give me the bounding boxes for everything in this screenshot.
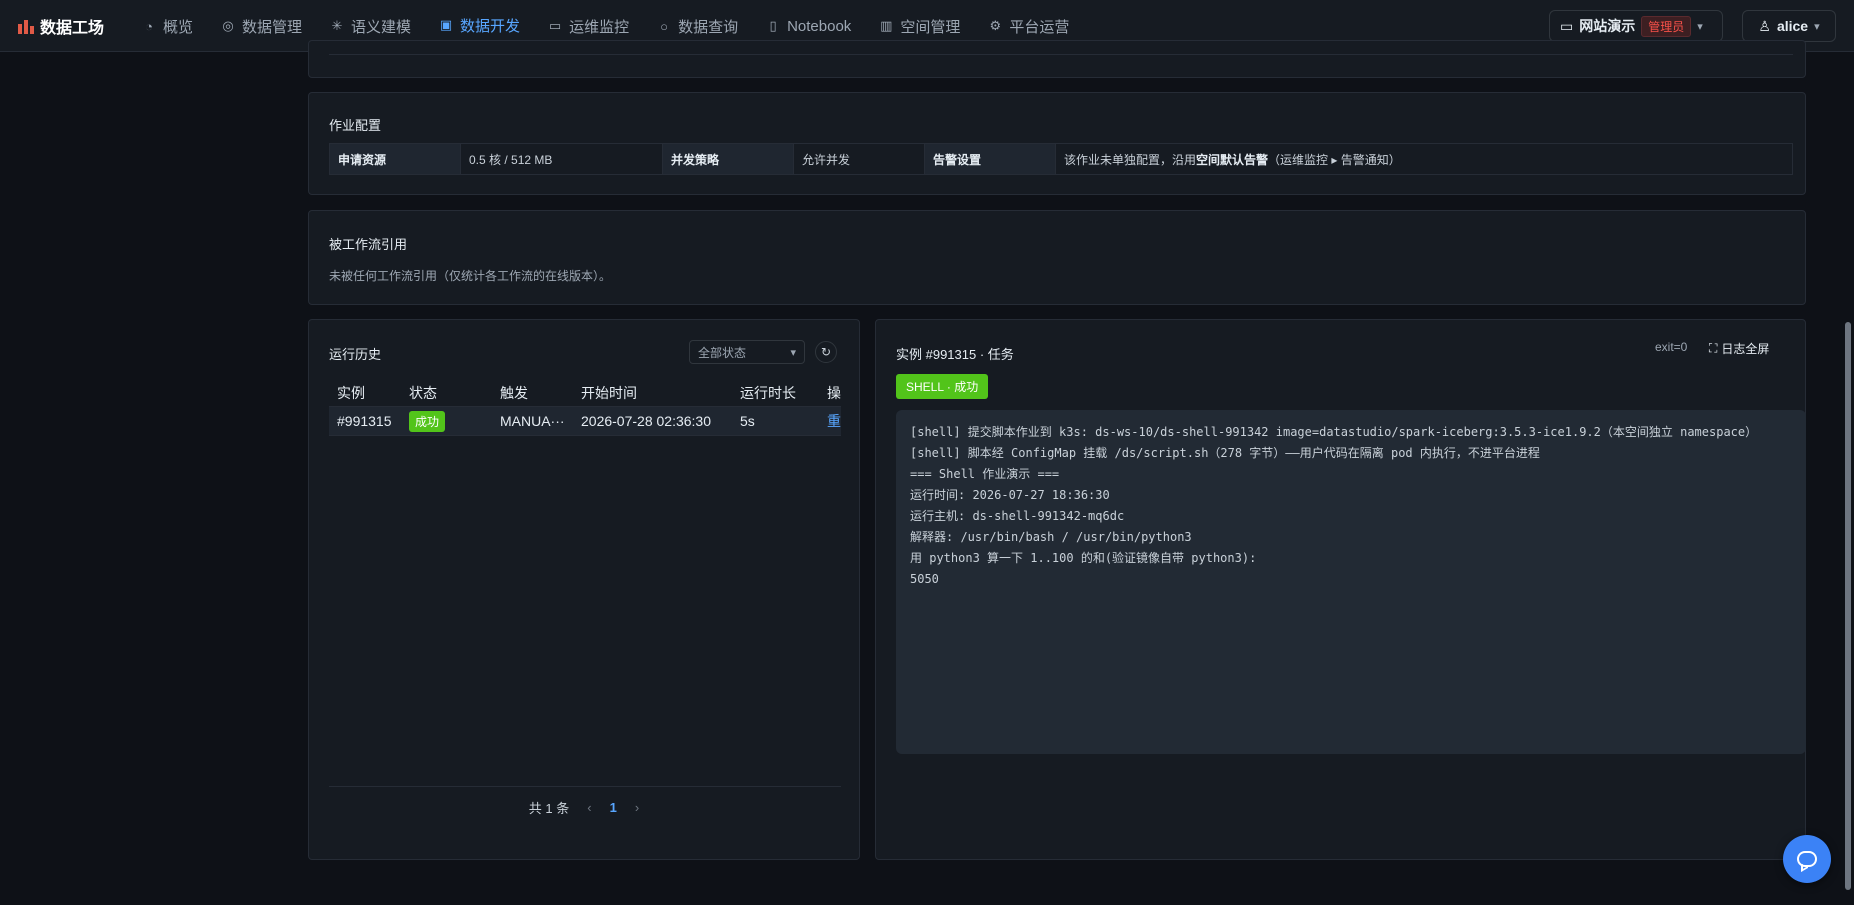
scrollbar-thumb[interactable] (1845, 322, 1851, 890)
panel-title: 运行历史 (329, 347, 382, 362)
refresh-button[interactable]: ↻ (815, 341, 837, 363)
total-count: 共 1 条 (528, 801, 570, 816)
expand-icon: ⛶ (1709, 341, 1718, 355)
nav-item-label: 语义建模 (351, 18, 412, 36)
workspace-name: 网站演示 (1579, 18, 1636, 34)
table-header: 实例 状态 触发 开始时间 运行时长 操 (329, 380, 841, 406)
nav-item-label: 概览 (163, 18, 194, 36)
job-config-panel: 作业配置 申请资源 0.5 核 / 512 MB 并发策略 允许并发 告警设置 … (308, 92, 1806, 195)
exit-code: exit=0 (1655, 340, 1688, 354)
concurrency-key: 并发策略 (663, 144, 794, 174)
workflow-refs-text: 未被任何工作流引用（仅统计各工作流的在线版本）。 (329, 269, 612, 283)
chevron-down-icon: ▾ (790, 346, 796, 359)
resource-key: 申请资源 (330, 144, 461, 174)
fullscreen-label: 日志全屏 (1721, 342, 1770, 356)
log-line: 运行主机: ds-shell-991342-mq6dc (910, 509, 1125, 523)
nav-item-1[interactable]: ◎ 数据管理 (207, 0, 316, 52)
job-status-badge: SHELL · 成功 (896, 374, 989, 399)
col-action: 操 (827, 385, 841, 401)
log-line: 用 python3 算一下 1..100 的和(验证镜像自带 python3): (910, 551, 1257, 565)
search-icon: ○ (660, 18, 668, 34)
concurrency-value: 允许并发 (794, 144, 925, 174)
alert-value: 该作业未单独配置，沿用 空间默认告警 （运维监控 ▸ 告警通知） (1056, 144, 1792, 174)
row-start-time: 2026-07-28 02:36:30 (581, 413, 711, 429)
chat-bubble-icon (1797, 851, 1817, 867)
row-duration: 5s (740, 413, 755, 429)
sparkle-icon: ✳ (331, 18, 343, 33)
notebook-icon: ▯ (769, 18, 777, 33)
user-name: alice (1776, 18, 1809, 34)
status-filter-select[interactable]: 全部状态 ▾ (689, 340, 805, 364)
log-line: 解释器: /usr/bin/bash / /usr/bin/python3 (910, 530, 1192, 544)
panel-title: 实例 #991315 · 任务 (896, 347, 1014, 362)
instance-log-panel: 实例 #991315 · 任务 exit=0 ⛶ 日志全屏 SHELL · 成功… (875, 319, 1806, 860)
row-status: 成功 (409, 407, 446, 435)
col-instance: 实例 (337, 385, 365, 401)
log-line: 5050 (910, 572, 939, 586)
col-status: 状态 (409, 385, 437, 401)
factory-icon (18, 18, 34, 34)
col-start-time: 开始时间 (581, 385, 637, 401)
nav-item-label: 数据管理 (242, 18, 303, 36)
nav-item-label: Notebook (787, 17, 852, 35)
alert-value-bold: 空间默认告警 (1196, 152, 1269, 167)
fullscreen-button[interactable]: ⛶ 日志全屏 (1709, 340, 1769, 357)
log-line: [shell] 提交脚本作业到 k3s: ds-ws-10/ds-shell-9… (910, 425, 1758, 439)
row-trigger: MANUA··· (500, 413, 565, 429)
log-output[interactable]: [shell] 提交脚本作业到 k3s: ds-ws-10/ds-shell-9… (896, 410, 1806, 754)
page-number[interactable]: 1 (610, 800, 617, 815)
chevron-down-icon: ▾ (1697, 20, 1703, 33)
user-icon: ♙ (1758, 17, 1771, 34)
nav-item-label: 运维监控 (569, 18, 630, 36)
panel-title: 作业配置 (329, 118, 382, 133)
row-instance: #991315 (337, 413, 392, 429)
dashboard-icon: ◔ (145, 18, 153, 34)
log-line: 运行时间: 2026-07-27 18:36:30 (910, 488, 1110, 502)
nav-item-label: 数据查询 (678, 18, 739, 36)
workflow-refs-panel: 被工作流引用 未被任何工作流引用（仅统计各工作流的在线版本）。 (308, 210, 1806, 305)
next-page-icon[interactable]: › (635, 800, 639, 815)
monitor-icon: ▭ (548, 18, 562, 33)
nav-item-label: 空间管理 (900, 18, 961, 36)
prev-page-icon[interactable]: ‹ (587, 800, 591, 815)
brand-name: 数据工场 (40, 20, 105, 37)
col-duration: 运行时长 (740, 385, 796, 401)
user-menu[interactable]: ♙ alice ▾ (1742, 10, 1836, 42)
divider (329, 51, 1793, 55)
chevron-down-icon: ▾ (1814, 20, 1820, 33)
alert-value-prefix: 该作业未单独配置，沿用 (1064, 152, 1197, 167)
nav-item-0[interactable]: ◔ 概览 (128, 0, 207, 52)
workspace-switcher[interactable]: ▭ 网站演示 管理员 ▾ (1549, 10, 1723, 42)
brand-logo[interactable]: 数据工场 (18, 14, 104, 38)
gear-icon: ⚙ (989, 18, 1002, 33)
code-file-icon: ▣ (439, 17, 453, 32)
rerun-link[interactable]: 重 (827, 407, 841, 435)
job-config-table: 申请资源 0.5 核 / 512 MB 并发策略 允许并发 告警设置 该作业未单… (329, 143, 1793, 175)
refresh-icon: ↻ (820, 345, 832, 359)
resource-value: 0.5 核 / 512 MB (461, 144, 663, 174)
database-icon: ◎ (222, 18, 234, 33)
building-icon: ▥ (880, 18, 893, 33)
previous-section-panel (308, 40, 1806, 78)
nav-item-label: 数据开发 (460, 17, 521, 35)
panel-title: 被工作流引用 (329, 237, 408, 252)
status-badge: 成功 (409, 410, 446, 432)
chat-button[interactable] (1783, 835, 1831, 883)
folder-icon: ▭ (1560, 17, 1574, 34)
divider (329, 786, 841, 787)
log-line: === Shell 作业演示 === (910, 467, 1060, 481)
alert-key: 告警设置 (925, 144, 1056, 174)
role-badge: 管理员 (1641, 15, 1692, 37)
pagination: 共 1 条 ‹ 1 › (309, 798, 859, 817)
alert-value-suffix: （运维监控 ▸ 告警通知） (1268, 152, 1401, 167)
log-line: [shell] 脚本经 ConfigMap 挂载 /ds/script.sh（2… (910, 446, 1540, 460)
nav-item-label: 平台运营 (1009, 18, 1070, 36)
run-history-panel: 运行历史 全部状态 ▾ ↻ 实例 状态 触发 开始时间 运行时长 操 #9913… (308, 319, 860, 860)
status-filter-value: 全部状态 (698, 345, 747, 360)
table-row[interactable]: #991315 成功 MANUA··· 2026-07-28 02:36:30 … (329, 406, 841, 436)
col-trigger: 触发 (500, 385, 528, 401)
